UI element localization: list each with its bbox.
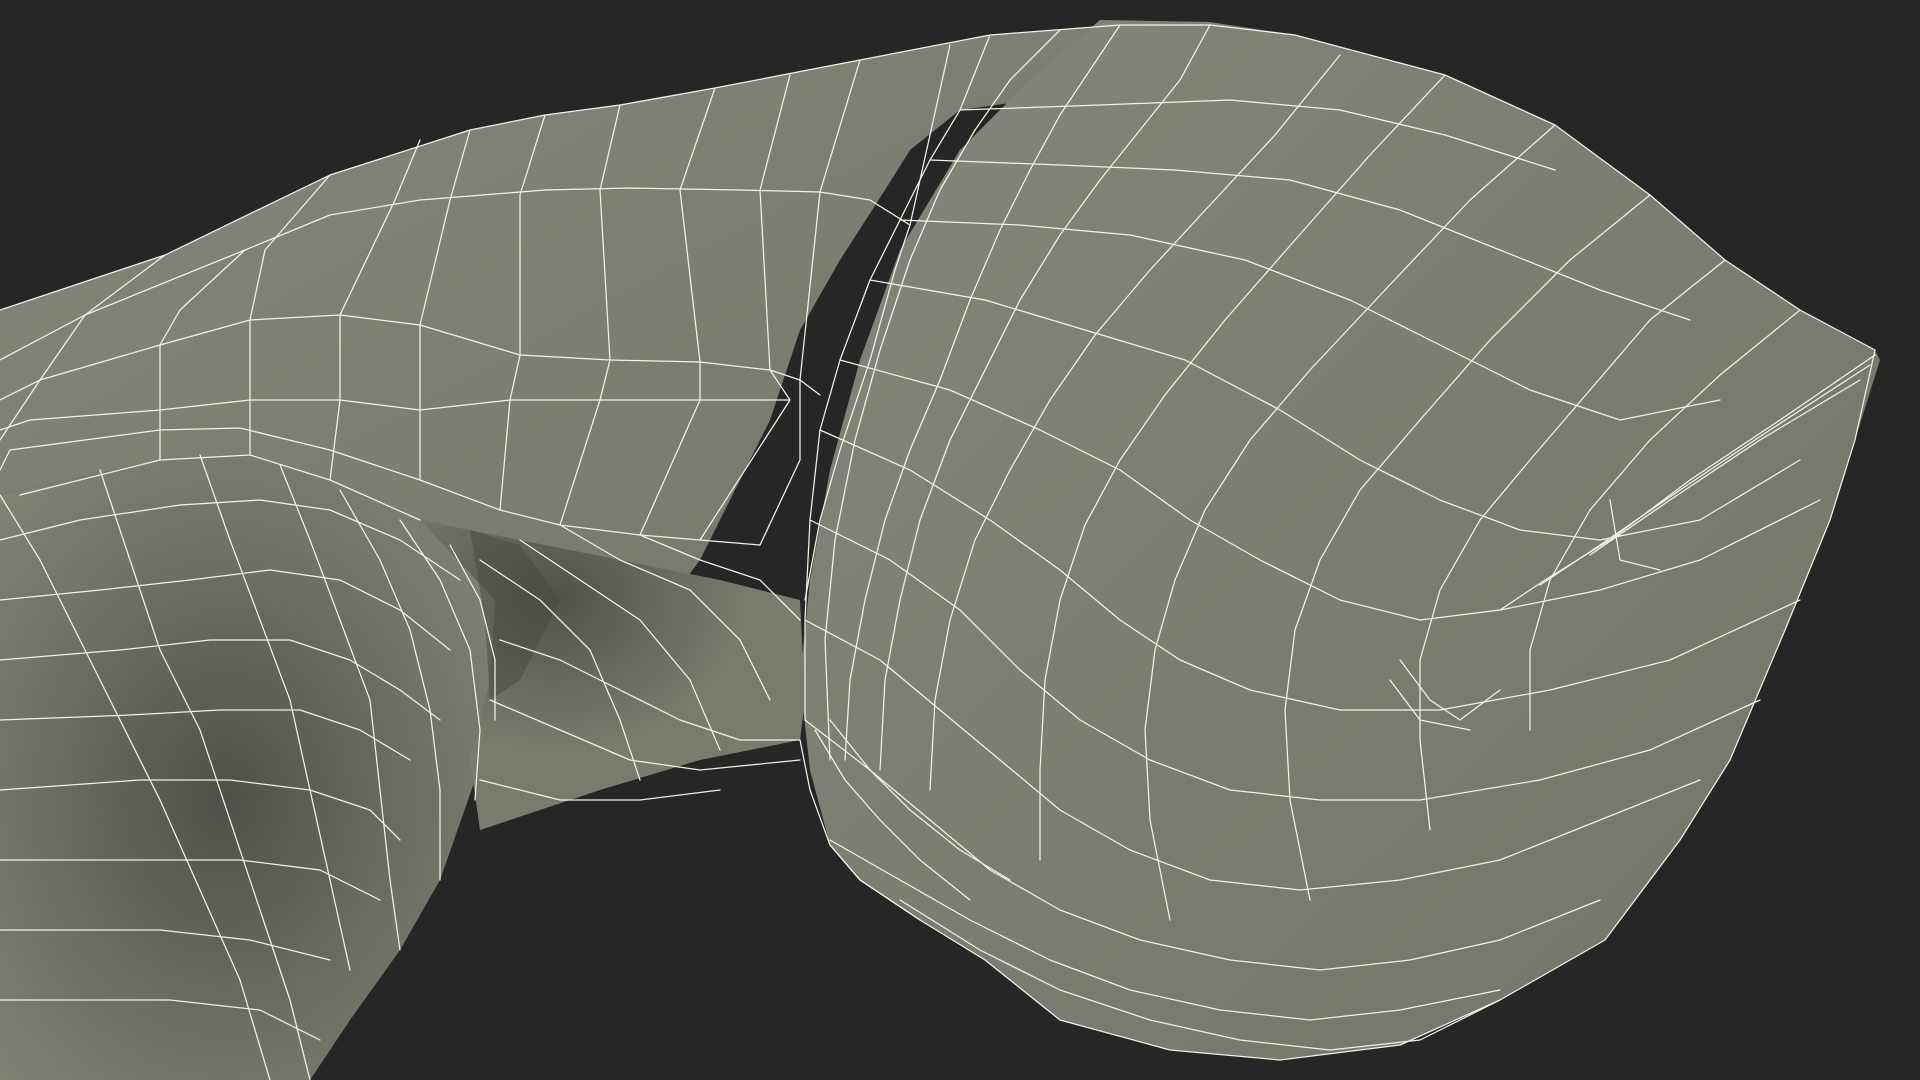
lower-tube-surface [0, 455, 500, 1080]
viewport [0, 0, 1920, 1080]
wireframe-mesh-render [0, 20, 1880, 1080]
right-lobe-surface [800, 20, 1880, 1060]
